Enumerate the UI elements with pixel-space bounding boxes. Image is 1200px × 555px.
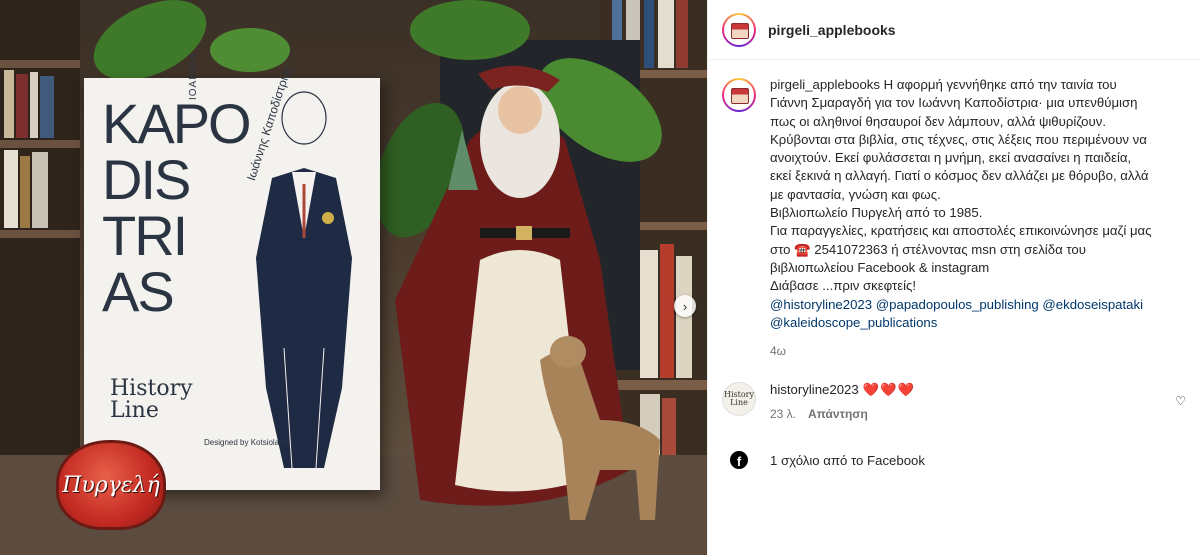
carousel-next-icon[interactable]: ›	[674, 295, 696, 317]
avatar[interactable]	[722, 12, 756, 47]
caption-avatar[interactable]	[722, 78, 756, 112]
caption-line: Γιάννη Σμαραγδή για τον Ιωάννη Καποδίστρ…	[770, 95, 1138, 111]
caption-line: Για παραγγελίες, κρατήσεις και αποστολές…	[770, 223, 1152, 239]
header-username[interactable]: pirgeli_applebooks	[768, 22, 896, 38]
publisher-logo: History Line	[110, 378, 193, 422]
comment-hearts: ❤️❤️❤️	[862, 382, 915, 398]
caption-line: Βιβλιοπωλείο Πυργελή από το 1985.	[770, 205, 983, 221]
caption-line: πως οι αληθινοί θησαυροί δεν λάμπουν, αλ…	[770, 113, 1106, 129]
post-photo[interactable]: KAPO DIS TRI AS IOANNIS Ιωάννης Καποδίστ…	[0, 0, 707, 555]
caption-username[interactable]: pirgeli_applebooks	[770, 77, 880, 92]
facebook-icon: f	[722, 443, 756, 478]
caption-mentions[interactable]: @kaleidoscope_publications	[770, 314, 1186, 332]
cover-ioannis: IOANNIS	[188, 51, 199, 100]
caption-line: Κρύβονται στα βιβλία, στις τέχνες, στις …	[770, 131, 1147, 147]
book-cover: KAPO DIS TRI AS IOANNIS Ιωάννης Καποδίστ…	[84, 52, 380, 490]
cover-title-line: AS	[102, 260, 175, 323]
shop-logo-icon	[724, 80, 754, 110]
comment-item: History Line historyline2023 ❤️❤️❤️ 23 λ.…	[708, 368, 1200, 421]
cover-title-line: KAPO	[102, 92, 252, 155]
caption-line: στο ☎️ 2541072363 ή στέλνοντας msn στη σ…	[770, 241, 1086, 257]
shop-apple-sign: Πυργελή	[56, 440, 166, 530]
caption-line: Διάβασε ...πριν σκεφτείς!	[770, 278, 917, 294]
cover-title-line: TRI	[102, 204, 188, 267]
comment-meta: 23 λ. Απάντηση	[770, 407, 915, 421]
reply-button[interactable]: Απάντηση	[808, 407, 868, 421]
comment-time[interactable]: 23 λ.	[770, 407, 796, 421]
instagram-post-view: KAPO DIS TRI AS IOANNIS Ιωάννης Καποδίστ…	[0, 0, 1200, 555]
comment-body: historyline2023 ❤️❤️❤️ 23 λ. Απάντηση	[770, 382, 915, 421]
cover-credit: Designed by Kotsiolanni	[204, 438, 290, 447]
caption-line: εκεί ξεκινά η αλλαγή. Γιατί ο κόσμος δεν…	[770, 168, 1149, 184]
shop-logo-icon	[724, 14, 754, 45]
caption-line: με φαντασία, γνώση και φως.	[770, 186, 941, 202]
comment-text: historyline2023 ❤️❤️❤️	[770, 382, 915, 398]
cover-title-line: DIS	[102, 148, 191, 211]
comment-username[interactable]: historyline2023	[770, 382, 859, 397]
caption-line: pirgeli_applebooks Η αφορμή γεννήθηκε απ…	[770, 76, 1186, 94]
coat-illustration-icon	[256, 91, 352, 468]
caption-text: Η αφορμή γεννήθηκε από την ταινία του	[883, 77, 1117, 92]
post-header: pirgeli_applebooks	[708, 0, 1200, 60]
facebook-comments-label[interactable]: 1 σχόλιο από το Facebook	[770, 453, 925, 468]
facebook-comments-row[interactable]: f 1 σχόλιο από το Facebook	[708, 443, 1200, 478]
caption-line: βιβλιοπωλείου Facebook & instagram	[770, 259, 990, 275]
caption-block: pirgeli_applebooks Η αφορμή γεννήθηκε απ…	[708, 60, 1200, 360]
post-caption: pirgeli_applebooks Η αφορμή γεννήθηκε απ…	[770, 76, 1186, 360]
caption-mentions[interactable]: @historyline2023 @papadopoulos_publishin…	[770, 296, 1186, 314]
heart-outline-icon[interactable]: ♡	[1175, 394, 1186, 408]
shop-apple-sign-text: Πυργελή	[62, 472, 160, 498]
publisher-logo-line: Line	[110, 398, 159, 423]
caption-line: ανοιχτούν. Εκεί φυλάσσεται η μνήμη, εκεί…	[770, 150, 1132, 166]
comment-avatar[interactable]: History Line	[722, 382, 756, 417]
publisher-logo-line: History	[110, 376, 193, 401]
post-side-panel: pirgeli_applebooks pirgeli_applebooks Η …	[707, 0, 1200, 555]
post-time[interactable]: 4ω	[770, 342, 1186, 360]
cover-title: KAPO DIS TRI AS	[102, 96, 252, 320]
